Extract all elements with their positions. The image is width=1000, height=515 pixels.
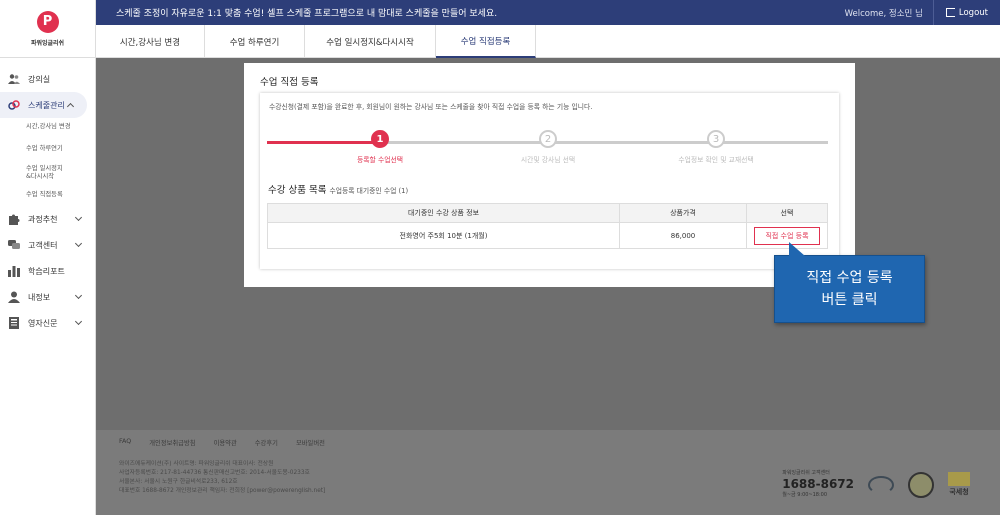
chevron-up-icon xyxy=(66,102,75,111)
sidebar-item-label: 스케줄관리 xyxy=(28,100,65,110)
user-icon xyxy=(8,291,20,303)
direct-register-button[interactable]: 직접 수업 등록 xyxy=(754,226,820,245)
step-2-icon: 2 xyxy=(539,130,557,148)
step-progress-fill xyxy=(267,141,381,144)
bar-chart-icon xyxy=(8,265,20,277)
section-title: 수강 상품 목록 수업등록 대기중인 수업 (1) xyxy=(268,182,408,196)
submenu-change-time[interactable]: 시간,강사님 변경 xyxy=(0,123,95,145)
submenu-pause[interactable]: 수업 일시정지 xyxy=(0,165,95,173)
footer-company-info: 와이즈에듀케이션(주) 사이트명: 파워잉글리쉬 대표이사: 전상원 xyxy=(119,461,274,467)
logout-icon xyxy=(945,8,955,17)
section-subtitle: 수업등록 대기중인 수업 (1) xyxy=(329,187,409,195)
chevron-down-icon xyxy=(74,239,83,248)
sidebar-item-report[interactable]: 학습리포트 xyxy=(0,258,95,284)
col-price: 상품가격 xyxy=(619,203,747,223)
footer-link-terms[interactable]: 이용약관 xyxy=(214,438,237,447)
chat-icon xyxy=(8,239,20,251)
newspaper-icon xyxy=(8,317,20,329)
sidebar-item-newspaper[interactable]: 영자신문 xyxy=(0,310,95,336)
logo-icon: P xyxy=(36,10,59,33)
tab-pause-resume[interactable]: 수업 일시정지&다시시작 xyxy=(305,25,436,58)
logout-label: Logout xyxy=(958,7,988,18)
modal-description: 수강신청(결제 포함)을 완료한 후, 회원님이 원하는 강사님 또는 스케줄을… xyxy=(269,103,593,111)
sidebar-item-label: 학습리포트 xyxy=(28,266,65,276)
welcome-text: Welcome, 정소민 님 xyxy=(844,8,923,19)
sidebar-item-classroom[interactable]: 강의실 xyxy=(0,66,95,92)
brand-name: 파워잉글리쉬 xyxy=(30,39,65,47)
step-2-label: 시간및 강사님 선택 xyxy=(520,156,576,164)
puzzle-icon xyxy=(8,213,20,225)
footer-link-mobile[interactable]: 모바일버전 xyxy=(296,438,325,447)
table-row: 전화영어 주5회 10분 (1개월) 86,000 직접 수업 등록 xyxy=(267,222,828,249)
chevron-down-icon xyxy=(74,291,83,300)
footer-address: 서울본사: 서울시 노원구 한글비석로233, 612호 xyxy=(119,479,238,485)
schedule-tabs: 시간,강사님 변경 수업 하루연기 수업 일시정지&다시시작 수업 직접등록 xyxy=(96,25,1000,58)
section-title-text: 수강 상품 목록 xyxy=(268,185,327,196)
tab-change-time[interactable]: 시간,강사님 변경 xyxy=(96,25,205,58)
users-icon xyxy=(8,73,20,85)
step-3-label: 수업정보 확인 및 교재선택 xyxy=(678,156,754,164)
footer-business-number: 사업자등록번호: 217-81-44736 통신판매신고번호: 2014-서울도… xyxy=(119,470,310,476)
chevron-down-icon xyxy=(74,213,83,222)
footer-link-reviews[interactable]: 수강후기 xyxy=(255,438,278,447)
product-price: 86,000 xyxy=(619,222,747,249)
select-cell: 직접 수업 등록 xyxy=(746,222,828,249)
top-bar: 스케줄 조정이 자유로운 1:1 맞춤 수업! 셀프 스케줄 프로그램으로 내 … xyxy=(96,0,1000,25)
footer-link-faq[interactable]: FAQ xyxy=(119,438,131,447)
tax-logo-label: 국세청 xyxy=(949,488,969,496)
tab-direct-register[interactable]: 수업 직접등록 xyxy=(436,25,536,58)
national-tax-logo: 국세청 xyxy=(948,472,970,497)
sidebar-item-label: 내정보 xyxy=(28,292,51,302)
link-icon xyxy=(8,99,20,111)
logout-button[interactable]: Logout xyxy=(932,0,1000,25)
step-1-label: 등록할 수업선택 xyxy=(357,156,403,164)
support-phone: 파워잉글리쉬 고객센터 1688-8672 월~금 9:00~18:00 xyxy=(782,468,854,501)
sidebar-item-label: 영자신문 xyxy=(28,318,58,328)
step-1-icon: 1 xyxy=(371,130,389,148)
callout-line-2: 버튼 클릭 xyxy=(821,292,878,308)
tab-postpone[interactable]: 수업 하루연기 xyxy=(205,25,305,58)
footer-link-privacy[interactable]: 개인정보취급방침 xyxy=(149,438,195,447)
sidebar-item-my-info[interactable]: 내정보 xyxy=(0,284,95,310)
certification-logo-icon xyxy=(868,475,894,494)
logo[interactable]: P 파워잉글리쉬 xyxy=(0,0,96,58)
submenu-postpone[interactable]: 수업 하루연기 xyxy=(0,145,95,165)
notice-text: 스케줄 조정이 자유로운 1:1 맞춤 수업! 셀프 스케줄 프로그램으로 내 … xyxy=(116,9,498,19)
callout-line-1: 직접 수업 등록 xyxy=(806,270,893,286)
instruction-callout: 직접 수업 등록 버튼 클릭 xyxy=(774,242,925,323)
footer: FAQ 개인정보취급방침 이용약관 수강후기 모바일버전 와이즈에듀케이션(주)… xyxy=(96,430,1000,515)
phone-number: 1688-8672 xyxy=(782,477,854,491)
submenu-direct-register[interactable]: 수업 직접등록 xyxy=(0,191,95,206)
seal-icon xyxy=(908,471,934,498)
product-table: 대기중인 수강 상품 정보 상품가격 선택 전화영어 주5회 10분 (1개월)… xyxy=(267,203,828,249)
sidebar-item-label: 강의실 xyxy=(28,74,51,84)
footer-contact: 대표번호 1688-8672 개인정보관리 책임자: 전희정 [power@po… xyxy=(119,488,326,494)
chevron-down-icon xyxy=(74,317,83,326)
modal-panel: 수강신청(결제 포함)을 완료한 후, 회원님이 원하는 강사님 또는 스케줄을… xyxy=(260,93,839,269)
submenu-resume[interactable]: &다시시작 xyxy=(0,173,95,191)
col-select: 선택 xyxy=(746,203,828,223)
sidebar-item-label: 과정추천 xyxy=(28,214,58,224)
tax-logo-icon xyxy=(948,472,970,486)
product-name: 전화영어 주5회 10분 (1개월) xyxy=(267,222,620,249)
phone-hours: 월~금 9:00~18:00 xyxy=(782,492,828,498)
sidebar-item-support[interactable]: 고객센터 xyxy=(0,232,95,258)
sidebar: 강의실 스케줄관리 시간,강사님 변경 수업 하루연기 수업 일시정지 &다시시… xyxy=(0,58,96,515)
step-3-icon: 3 xyxy=(707,130,725,148)
col-product: 대기중인 수강 상품 정보 xyxy=(267,203,620,223)
modal-title: 수업 직접 등록 xyxy=(260,77,319,88)
sidebar-item-label: 고객센터 xyxy=(28,240,58,250)
direct-register-modal: 수업 직접 등록 수강신청(결제 포함)을 완료한 후, 회원님이 원하는 강사… xyxy=(244,63,855,287)
sidebar-item-schedule[interactable]: 스케줄관리 xyxy=(0,92,87,118)
sidebar-item-course-recommend[interactable]: 과정추천 xyxy=(0,206,95,232)
